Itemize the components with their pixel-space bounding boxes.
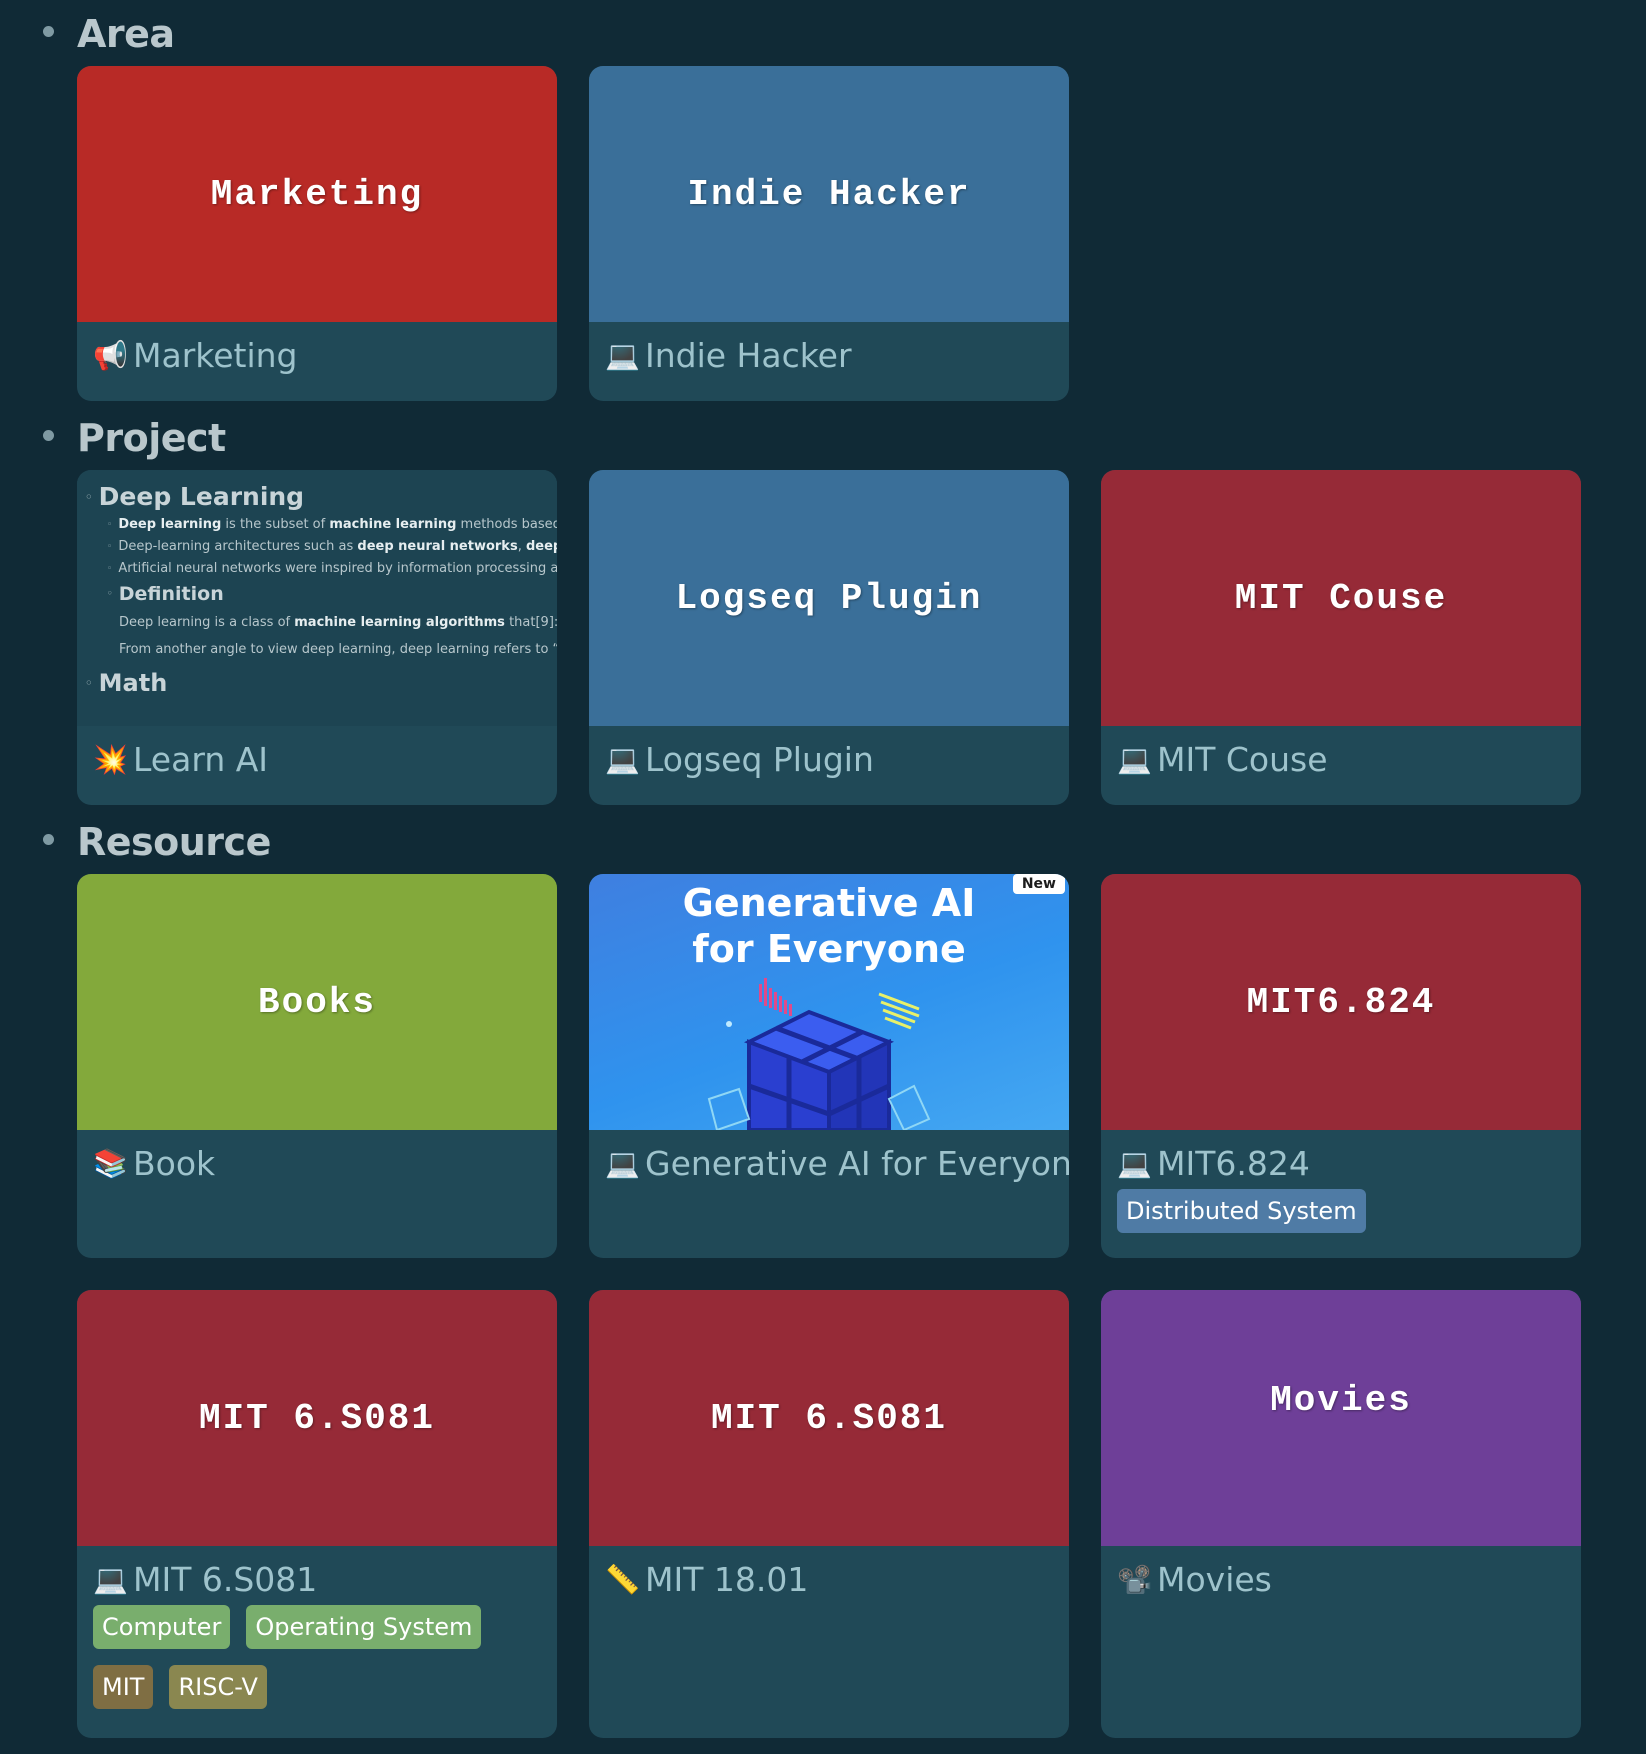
- bullet-icon: ◦: [107, 589, 113, 599]
- card-learn-ai[interactable]: ◦ Deep Learning ◦ Deep learning is the sub…: [77, 470, 557, 805]
- card-title[interactable]: 📢 Marketing: [93, 336, 541, 375]
- card-cover: Marketing: [77, 66, 557, 322]
- preview-line: ◦ Deep-learning architectures such as dee…: [107, 539, 557, 554]
- section-title-resource: Resource: [77, 820, 271, 864]
- card-title-text: Indie Hacker: [645, 336, 852, 375]
- bullet-icon: ◦: [85, 489, 93, 504]
- card-logseq-plugin[interactable]: Logseq Plugin 💻 Logseq Plugin: [589, 470, 1069, 805]
- tag-computer[interactable]: Computer: [93, 1605, 231, 1649]
- preview-line: ◦ Deep learning is the subset of machine …: [107, 517, 557, 532]
- card-cover: Books: [77, 874, 557, 1130]
- preview-paragraph: From another angle to view deep learning…: [119, 642, 557, 657]
- laptop-icon: 💻: [605, 743, 640, 776]
- bullet-icon: ◦: [107, 541, 113, 552]
- card-title-text: Movies: [1157, 1560, 1272, 1599]
- card-marketing[interactable]: Marketing 📢 Marketing: [77, 66, 557, 401]
- page-preview: ◦ Deep Learning ◦ Deep learning is the sub…: [77, 470, 557, 726]
- card-books[interactable]: Books 📚 Book: [77, 874, 557, 1258]
- card-movies[interactable]: Movies 📽️ Movies: [1101, 1290, 1581, 1738]
- card-cover: Indie Hacker: [589, 66, 1069, 322]
- preview-heading: ◦ Math: [85, 669, 168, 697]
- laptop-icon: 💻: [605, 339, 640, 372]
- tag-operating-system[interactable]: Operating System: [246, 1605, 482, 1649]
- course-banner-image: Generative AI for Everyone New: [589, 874, 1069, 1130]
- card-title[interactable]: 📽️ Movies: [1117, 1560, 1565, 1599]
- card-title-text: Generative AI for Everyone: [645, 1144, 1069, 1183]
- card-cover: MIT6.824: [1101, 874, 1581, 1130]
- bullet-icon: ◦: [107, 563, 113, 574]
- card-title-text: Marketing: [133, 336, 298, 375]
- card-mit-couse[interactable]: MIT Couse 💻 MIT Couse: [1101, 470, 1581, 805]
- megaphone-icon: 📢: [93, 339, 128, 372]
- card-title[interactable]: 💻 MIT Couse: [1117, 740, 1565, 779]
- card-title[interactable]: 📏 MIT 18.01: [605, 1560, 1053, 1599]
- card-cover: Logseq Plugin: [589, 470, 1069, 726]
- card-title-text: Book: [133, 1144, 216, 1183]
- card-cover: Movies: [1101, 1290, 1581, 1546]
- card-title[interactable]: 💻 Indie Hacker: [605, 336, 1053, 375]
- projector-icon: 📽️: [1117, 1563, 1152, 1596]
- card-mit-1801[interactable]: MIT 6.S081 📏 MIT 18.01: [589, 1290, 1069, 1738]
- tag-list: Computer Operating System MIT RISC-V: [93, 1605, 541, 1709]
- card-generative-ai[interactable]: Generative AI for Everyone New 💻 Generat…: [589, 874, 1069, 1258]
- card-cover: MIT 6.S081: [589, 1290, 1069, 1546]
- laptop-icon: 💻: [1117, 743, 1152, 776]
- laptop-icon: 💻: [1117, 1147, 1152, 1180]
- tag-distributed-system[interactable]: Distributed System: [1117, 1189, 1366, 1233]
- bullet-icon: ◦: [85, 676, 93, 690]
- preview-subheading: ◦ Definition: [107, 583, 224, 605]
- section-bullet-resource[interactable]: [43, 834, 54, 845]
- card-title[interactable]: 💻 Logseq Plugin: [605, 740, 1053, 779]
- card-title[interactable]: 💻 Generative AI for Everyone: [605, 1144, 1069, 1183]
- cube-illustration-icon: [707, 978, 931, 1130]
- preview-heading: ◦ Deep Learning: [85, 482, 305, 511]
- preview-line: ◦ Artificial neural networks were inspire…: [107, 561, 557, 576]
- card-title-text: Logseq Plugin: [645, 740, 874, 779]
- tag-risc-v[interactable]: RISC-V: [169, 1665, 267, 1709]
- section-title-project: Project: [77, 416, 226, 460]
- card-title[interactable]: 📚 Book: [93, 1144, 541, 1183]
- card-mit-6s081[interactable]: MIT 6.S081 💻 MIT 6.S081 Computer Operati…: [77, 1290, 557, 1738]
- laptop-icon: 💻: [93, 1563, 128, 1596]
- explosion-icon: 💥: [93, 743, 128, 776]
- tag-mit[interactable]: MIT: [93, 1665, 154, 1709]
- ruler-icon: 📏: [605, 1563, 640, 1596]
- card-mit6824[interactable]: MIT6.824 💻 MIT6.824 Distributed System: [1101, 874, 1581, 1258]
- card-title-text: MIT6.824: [1157, 1144, 1310, 1183]
- preview-paragraph: Deep learning is a class of machine lear…: [119, 615, 557, 630]
- card-cover: MIT Couse: [1101, 470, 1581, 726]
- card-indie-hacker[interactable]: Indie Hacker 💻 Indie Hacker: [589, 66, 1069, 401]
- card-title-text: MIT 18.01: [645, 1560, 809, 1599]
- laptop-icon: 💻: [605, 1147, 640, 1180]
- bullet-icon: ◦: [107, 519, 113, 530]
- books-icon: 📚: [93, 1147, 128, 1180]
- section-bullet-area[interactable]: [43, 26, 54, 37]
- section-title-area: Area: [77, 12, 175, 56]
- card-title[interactable]: 💻 MIT 6.S081: [93, 1560, 541, 1599]
- card-title-text: MIT 6.S081: [133, 1560, 318, 1599]
- section-bullet-project[interactable]: [43, 430, 54, 441]
- card-title[interactable]: 💻 MIT6.824: [1117, 1144, 1565, 1183]
- card-title-text: Learn AI: [133, 740, 269, 779]
- tag-list: Distributed System: [1117, 1189, 1565, 1233]
- card-title[interactable]: 💥 Learn AI: [93, 740, 541, 779]
- card-title-text: MIT Couse: [1157, 740, 1328, 779]
- card-cover: MIT 6.S081: [77, 1290, 557, 1546]
